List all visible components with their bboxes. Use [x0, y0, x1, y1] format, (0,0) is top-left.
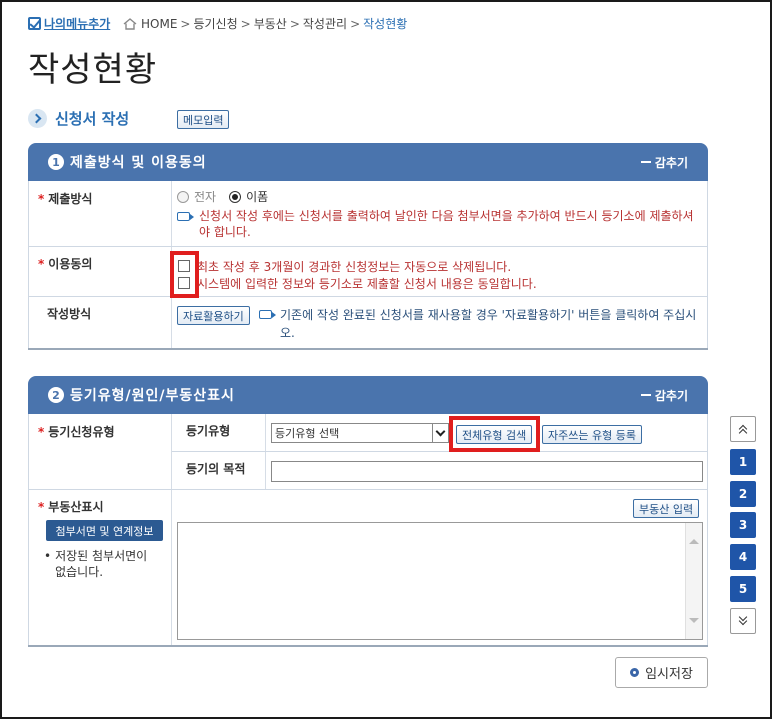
home-icon: [123, 17, 137, 30]
radio-eform[interactable]: [229, 190, 242, 203]
breadcrumb-realestate[interactable]: 부동산: [254, 15, 287, 32]
temp-save-button[interactable]: 임시저장: [615, 657, 708, 688]
write-method-label: 작성방식: [47, 307, 92, 321]
row-divider: [28, 296, 708, 297]
scroll-up-icon[interactable]: [689, 539, 699, 544]
panel1-title: 제출방식 및 이용동의: [70, 155, 207, 171]
property-input-button[interactable]: 부동산 입력: [633, 499, 700, 518]
panel1-collapse-label: 감추기: [654, 155, 688, 170]
consent-label: * 이용동의: [38, 257, 93, 271]
side-nav-4[interactable]: 4: [730, 544, 756, 570]
side-nav-3[interactable]: 3: [730, 512, 756, 538]
side-nav-1[interactable]: 1: [730, 449, 756, 475]
reg-purpose-label: 등기의 목적: [186, 462, 246, 476]
scroll-top-button[interactable]: [730, 416, 756, 442]
panel2-collapse-button[interactable]: 감추기: [640, 387, 688, 404]
section-title: 신청서 작성: [55, 110, 130, 128]
scroll-down-icon[interactable]: [689, 618, 699, 623]
breadcrumb-separator: >: [180, 16, 191, 31]
breadcrumb-home[interactable]: HOME: [141, 17, 177, 31]
panel2-collapse-label: 감추기: [654, 388, 688, 403]
panel2-title: 등기유형/원인/부동산표시: [70, 388, 235, 404]
panel1-number: 1: [48, 154, 64, 170]
search-all-types-button[interactable]: 전체유형 검색: [456, 425, 533, 444]
breadcrumb-separator: >: [240, 16, 251, 31]
minus-icon: [640, 161, 651, 163]
radio-electronic[interactable]: [177, 190, 189, 203]
note-arrow-icon: [177, 212, 194, 221]
reuse-data-button[interactable]: 자료활용하기: [177, 306, 250, 325]
row-divider: [28, 489, 708, 490]
reg-type-select[interactable]: 등기유형 선택: [271, 423, 449, 443]
reg-type-label: * 등기신청유형: [38, 425, 115, 439]
submit-method-note-text: 신청서 작성 후에는 신청서를 출력하여 날인한 다음 첨부서면을 추가하여 반…: [199, 209, 694, 239]
consent-item-1: 최초 작성 후 3개월이 경과한 신청정보는 자동으로 삭제됩니다.: [197, 260, 512, 274]
panel2-header: 2 등기유형/원인/부동산표시 감추기: [28, 376, 708, 414]
side-nav-2[interactable]: 2: [730, 481, 756, 507]
submit-method-label-text: 제출방식: [48, 192, 93, 206]
reg-type-select-value: 등기유형 선택: [275, 427, 340, 440]
submit-method-note: 신청서 작성 후에는 신청서를 출력하여 날인한 다음 첨부서면을 추가하여 반…: [177, 208, 697, 240]
breadcrumb-separator: >: [350, 16, 361, 31]
property-label-text: 부동산표시: [48, 500, 104, 514]
panel2-column-divider: [171, 414, 172, 646]
radio-eform-label: 이폼: [246, 190, 269, 204]
consent-label-text: 이용동의: [48, 257, 93, 271]
panel2-number: 2: [48, 387, 64, 403]
row-divider: [28, 246, 708, 247]
no-attachment-text: 저장된 첨부서면이 없습니다.: [55, 549, 148, 579]
consent-highlight-box: [170, 251, 199, 298]
radio-electronic-label: 전자: [194, 190, 217, 204]
my-menu-add-link[interactable]: 나의메뉴추가: [28, 15, 110, 32]
temp-save-label: 임시저장: [645, 667, 693, 682]
side-nav-5[interactable]: 5: [730, 576, 756, 602]
breadcrumb: HOME > 등기신청 > 부동산 > 작성관리 > 작성현황: [123, 15, 407, 32]
scroll-bottom-button[interactable]: [730, 608, 756, 634]
my-menu-add-label: 나의메뉴추가: [44, 17, 111, 31]
property-textarea[interactable]: [177, 522, 703, 640]
attachment-info-button[interactable]: 첨부서면 및 연계정보: [46, 520, 163, 541]
panel1-collapse-button[interactable]: 감추기: [640, 154, 688, 171]
section-header: 신청서 작성: [28, 108, 129, 129]
chevron-down-icon: [432, 424, 448, 442]
no-attachment-note: • 저장된 첨부서면이 없습니다.: [44, 548, 162, 580]
panel2-bottom-border: [28, 645, 708, 647]
consent-checkbox-1[interactable]: [178, 260, 190, 272]
consent-item-2: 시스템에 입력한 정보와 등기소로 제출할 신청서 내용은 동일합니다.: [197, 277, 537, 291]
textarea-scrollbar[interactable]: [685, 523, 702, 639]
property-label: * 부동산표시: [38, 500, 104, 514]
reg-kind-label: 등기유형: [186, 424, 231, 438]
submit-method-radios: 전자 이폼: [177, 188, 268, 205]
breadcrumb-separator: >: [289, 16, 300, 31]
consent-checkbox-2[interactable]: [178, 277, 190, 289]
memo-input-button[interactable]: 메모입력: [177, 110, 230, 129]
submit-method-label: * 제출방식: [38, 192, 93, 206]
note-arrow-icon: [259, 310, 276, 319]
reg-purpose-input[interactable]: [271, 461, 703, 482]
minus-icon: [640, 394, 651, 396]
register-favorite-type-button[interactable]: 자주쓰는 유형 등록: [542, 425, 642, 444]
write-method-note: 기존에 작성 완료된 신청서를 재사용할 경우 '자료활용하기' 버튼을 클릭하…: [259, 306, 705, 342]
checkmark-icon: [28, 17, 41, 30]
write-method-note-text: 기존에 작성 완료된 신청서를 재사용할 경우 '자료활용하기' 버튼을 클릭하…: [280, 308, 697, 340]
page-title: 작성현황: [28, 50, 158, 90]
save-circle-icon: [630, 668, 640, 677]
chevron-right-icon: [28, 109, 47, 128]
panel1-header: 1 제출방식 및 이용동의 감추기: [28, 143, 708, 181]
breadcrumb-current: 작성현황: [363, 17, 408, 31]
reg-type-label-text: 등기신청유형: [48, 425, 115, 439]
breadcrumb-writing-management[interactable]: 작성관리: [303, 15, 347, 32]
row-divider: [172, 451, 708, 452]
panel1-bottom-border: [28, 348, 708, 350]
breadcrumb-registration[interactable]: 등기신청: [193, 15, 237, 32]
